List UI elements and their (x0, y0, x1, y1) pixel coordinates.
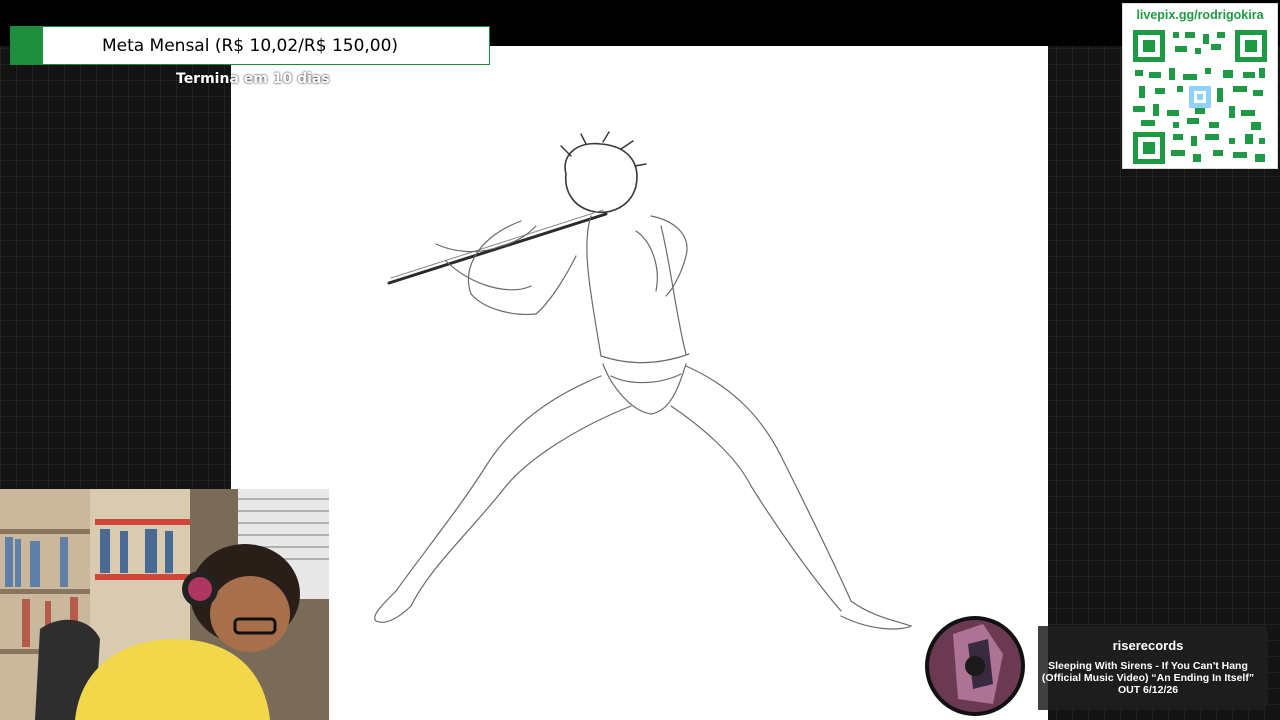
webcam-image (0, 489, 329, 720)
monthly-goal-bar: Meta Mensal (R$ 10,02/R$ 150,00) (10, 26, 490, 65)
album-art-icon (925, 616, 1025, 716)
donation-url: livepix.gg/rodrigokira (1136, 8, 1264, 22)
now-playing-title: Sleeping With Sirens - If You Can't Hang… (1041, 660, 1255, 696)
qr-code-icon (1133, 30, 1267, 164)
goal-label: Meta Mensal (R$ 10,02/R$ 150,00) (101, 35, 399, 56)
goal-subtitle: Termina em 10 dias (176, 71, 330, 87)
donation-qr-panel[interactable]: livepix.gg/rodrigokira (1122, 3, 1278, 169)
now-playing-channel: riserecords (1112, 638, 1184, 653)
webcam-feed (0, 489, 329, 720)
